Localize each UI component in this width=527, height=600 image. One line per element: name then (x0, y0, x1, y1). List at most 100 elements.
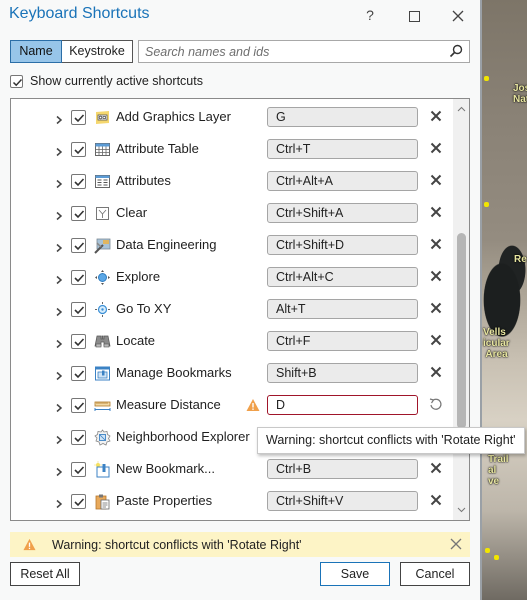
keystroke-field[interactable]: Ctrl+B (267, 459, 418, 479)
scroll-down-icon[interactable] (457, 507, 466, 513)
shortcut-enabled-checkbox[interactable] (71, 430, 86, 445)
remove-shortcut-icon[interactable] (429, 269, 443, 283)
keystroke-field[interactable]: Ctrl+T (267, 139, 418, 159)
cancel-button[interactable]: Cancel (400, 562, 470, 586)
remove-shortcut-icon[interactable] (429, 461, 443, 475)
search-by-keystroke-tab[interactable]: Keystroke (62, 40, 133, 63)
show-active-shortcuts-toggle[interactable]: Show currently active shortcuts (10, 74, 203, 88)
attributes-icon (94, 173, 111, 190)
shortcut-enabled-checkbox[interactable] (71, 142, 86, 157)
graphics-layer-icon (94, 109, 111, 126)
reset-all-button[interactable]: Reset All (10, 562, 80, 586)
show-active-label: Show currently active shortcuts (30, 74, 203, 88)
shortcut-name: Explore (116, 269, 161, 284)
expand-chevron-icon[interactable] (55, 144, 63, 157)
expand-chevron-icon[interactable] (55, 368, 63, 381)
expand-chevron-icon[interactable] (55, 464, 63, 477)
remove-shortcut-icon[interactable] (429, 109, 443, 123)
search-input[interactable] (139, 41, 439, 62)
shortcut-row[interactable]: Attribute Table Ctrl+T (11, 133, 451, 165)
shortcut-enabled-checkbox[interactable] (71, 334, 86, 349)
shortcut-row[interactable]: Explore Ctrl+Alt+C (11, 261, 451, 293)
search-by-name-tab[interactable]: Name (10, 40, 62, 63)
expand-chevron-icon[interactable] (55, 272, 63, 285)
shortcut-enabled-checkbox[interactable] (71, 238, 86, 253)
remove-shortcut-icon[interactable] (429, 493, 443, 507)
shortcut-row[interactable]: Clear Ctrl+Shift+A (11, 197, 451, 229)
shortcut-enabled-checkbox[interactable] (71, 270, 86, 285)
map-label: Vells icular Area (483, 327, 510, 360)
search-icon[interactable] (449, 44, 463, 58)
dialog-title: Keyboard Shortcuts (9, 5, 150, 22)
shortcut-enabled-checkbox[interactable] (71, 110, 86, 125)
warning-icon (23, 538, 36, 551)
shortcut-row[interactable]: Locate Ctrl+F (11, 325, 451, 357)
shortcut-name: Attributes (116, 173, 171, 188)
shortcut-enabled-checkbox[interactable] (71, 398, 86, 413)
shortcut-row[interactable]: Attributes Ctrl+Alt+A (11, 165, 451, 197)
remove-shortcut-icon[interactable] (429, 173, 443, 187)
expand-chevron-icon[interactable] (55, 112, 63, 125)
expand-chevron-icon[interactable] (55, 304, 63, 317)
keystroke-field[interactable]: D (267, 395, 418, 415)
expand-chevron-icon[interactable] (55, 400, 63, 413)
shortcut-enabled-checkbox[interactable] (71, 174, 86, 189)
keystroke-field[interactable]: Ctrl+Alt+A (267, 171, 418, 191)
keystroke-field[interactable]: Ctrl+Alt+C (267, 267, 418, 287)
keystroke-field[interactable]: Ctrl+Shift+D (267, 235, 418, 255)
show-active-checkbox[interactable] (10, 74, 23, 88)
keystroke-field[interactable]: Alt+T (267, 299, 418, 319)
remove-shortcut-icon[interactable] (429, 141, 443, 155)
undo-icon[interactable] (427, 396, 443, 412)
keystroke-field[interactable]: G (267, 107, 418, 127)
shortcut-enabled-checkbox[interactable] (71, 206, 86, 221)
remove-shortcut-icon[interactable] (429, 333, 443, 347)
expand-chevron-icon[interactable] (55, 496, 63, 509)
remove-shortcut-icon[interactable] (429, 301, 443, 315)
shortcuts-list: Paste Properties Ctrl+Shift+V New Bookmark… (10, 98, 470, 521)
scrollbar-thumb[interactable] (457, 233, 466, 429)
shortcut-row[interactable]: Data Engineering Ctrl+Shift+D (11, 229, 451, 261)
shortcut-enabled-checkbox[interactable] (71, 462, 86, 477)
shortcut-row[interactable]: Measure Distance D (11, 389, 451, 421)
shortcut-enabled-checkbox[interactable] (71, 494, 86, 509)
shortcut-name: Neighborhood Explorer (116, 429, 250, 444)
keystroke-field[interactable]: Shift+B (267, 363, 418, 383)
maximize-icon (408, 10, 420, 22)
explore-icon (94, 269, 111, 286)
shortcut-row[interactable]: Manage Bookmarks Shift+B (11, 357, 451, 389)
shortcut-row[interactable]: New Bookmark... Ctrl+B (11, 453, 451, 485)
keystroke-field[interactable]: Ctrl+F (267, 331, 418, 351)
manage-bookmarks-icon (94, 365, 111, 382)
keystroke-field[interactable]: Ctrl+Shift+V (267, 491, 418, 511)
shortcut-enabled-checkbox[interactable] (71, 302, 86, 317)
expand-chevron-icon[interactable] (55, 432, 63, 445)
remove-shortcut-icon[interactable] (429, 365, 443, 379)
map-background: Jos Nat Re Vells icular Area Trail al ve (480, 0, 527, 600)
maximize-button[interactable] (401, 4, 427, 26)
expand-chevron-icon[interactable] (55, 240, 63, 253)
dismiss-banner-icon[interactable] (450, 538, 462, 550)
expand-chevron-icon[interactable] (55, 336, 63, 349)
scrollbar[interactable] (453, 99, 469, 520)
table-icon (94, 141, 111, 158)
remove-shortcut-icon[interactable] (429, 205, 443, 219)
remove-shortcut-icon[interactable] (429, 237, 443, 251)
keystroke-field[interactable]: Ctrl+Shift+A (267, 203, 418, 223)
map-feature (484, 202, 489, 207)
close-button[interactable] (445, 4, 471, 26)
shortcut-row[interactable]: Paste Properties Ctrl+Shift+V (11, 485, 451, 517)
help-button[interactable]: ? (357, 4, 383, 26)
expand-chevron-icon[interactable] (55, 208, 63, 221)
scroll-up-icon[interactable] (457, 106, 466, 112)
shortcut-enabled-checkbox[interactable] (71, 366, 86, 381)
map-label: Trail al ve (488, 454, 509, 487)
warning-icon (246, 398, 260, 412)
shortcut-name: Measure Distance (116, 397, 221, 412)
shortcut-name: Attribute Table (116, 141, 199, 156)
expand-chevron-icon[interactable] (55, 176, 63, 189)
save-button[interactable]: Save (320, 562, 390, 586)
shortcut-row[interactable]: Go To XY Alt+T (11, 293, 451, 325)
paste-properties-icon (94, 493, 111, 510)
shortcut-row[interactable]: Add Graphics Layer G (11, 101, 451, 133)
